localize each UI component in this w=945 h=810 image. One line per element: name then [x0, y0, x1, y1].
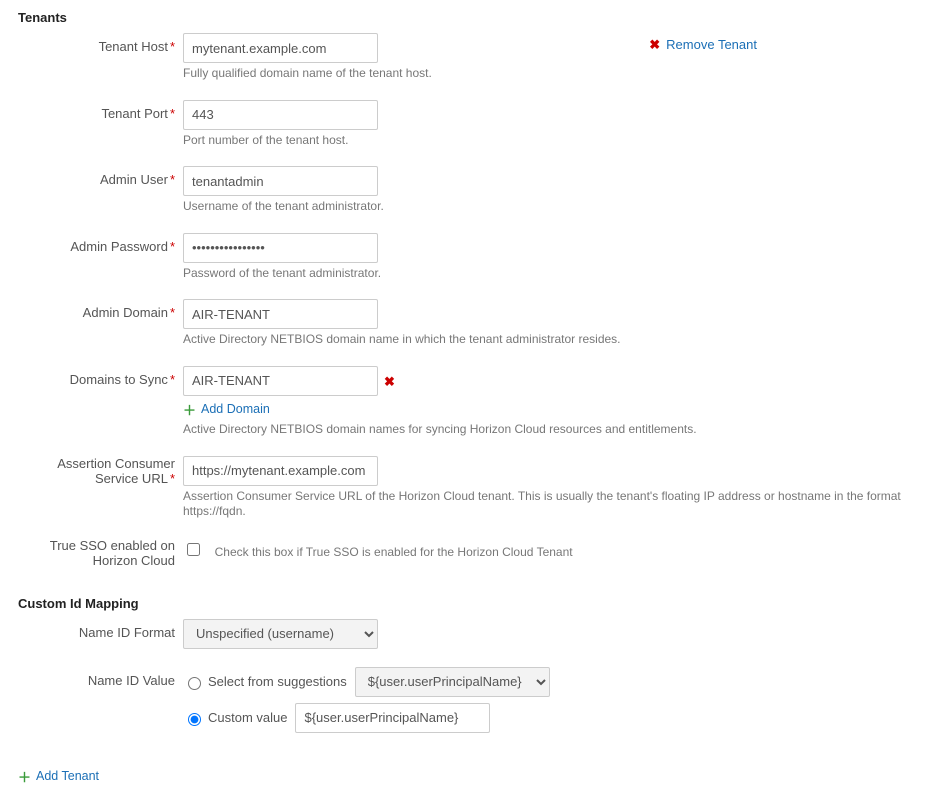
acs-url-label-line1: Assertion Consumer: [57, 456, 175, 471]
plus-icon: ＋: [183, 400, 196, 419]
admin-user-label: Admin User: [100, 172, 168, 187]
add-domain-link[interactable]: ＋Add Domain: [183, 400, 270, 419]
domains-sync-input[interactable]: [183, 366, 378, 396]
required-icon: *: [170, 39, 175, 54]
domains-sync-help: Active Directory NETBIOS domain names fo…: [183, 422, 927, 438]
admin-password-help: Password of the tenant administrator.: [183, 266, 927, 282]
admin-password-input[interactable]: [183, 233, 378, 263]
name-id-value-suggest-label: Select from suggestions: [208, 674, 347, 689]
tenant-host-input[interactable]: [183, 33, 378, 63]
required-icon: *: [170, 239, 175, 254]
close-icon: ✖: [649, 37, 660, 52]
admin-domain-input[interactable]: [183, 299, 378, 329]
add-tenant-link[interactable]: ＋Add Tenant: [18, 767, 99, 786]
name-id-value-suggest-select[interactable]: ${user.userPrincipalName}: [355, 667, 550, 697]
true-sso-label-line2: Horizon Cloud: [93, 553, 175, 568]
true-sso-checkbox[interactable]: [187, 543, 200, 556]
plus-icon: ＋: [18, 767, 31, 786]
admin-password-label: Admin Password: [70, 239, 168, 254]
remove-domain-icon[interactable]: ✖: [384, 374, 395, 390]
acs-url-input[interactable]: [183, 456, 378, 486]
true-sso-label-line1: True SSO enabled on: [50, 538, 175, 553]
admin-domain-help: Active Directory NETBIOS domain name in …: [183, 332, 927, 348]
admin-user-help: Username of the tenant administrator.: [183, 199, 927, 215]
remove-tenant-link[interactable]: ✖Remove Tenant: [649, 37, 757, 53]
acs-url-help: Assertion Consumer Service URL of the Ho…: [183, 489, 927, 520]
required-icon: *: [170, 471, 175, 486]
tenant-host-label: Tenant Host: [99, 39, 168, 54]
required-icon: *: [170, 172, 175, 187]
tenant-port-label: Tenant Port: [101, 106, 168, 121]
name-id-format-select[interactable]: Unspecified (username): [183, 619, 378, 649]
admin-domain-label: Admin Domain: [83, 305, 168, 320]
tenant-port-input[interactable]: [183, 100, 378, 130]
tenants-section-title: Tenants: [18, 10, 927, 25]
tenant-host-help: Fully qualified domain name of the tenan…: [183, 66, 927, 82]
name-id-value-suggest-radio[interactable]: [188, 677, 201, 690]
admin-user-input[interactable]: [183, 166, 378, 196]
required-icon: *: [170, 372, 175, 387]
tenant-port-help: Port number of the tenant host.: [183, 133, 927, 149]
required-icon: *: [170, 305, 175, 320]
domains-sync-label: Domains to Sync: [70, 372, 168, 387]
true-sso-help: Check this box if True SSO is enabled fo…: [215, 545, 573, 559]
name-id-format-label: Name ID Format: [79, 625, 175, 640]
acs-url-label-line2: Service URL: [95, 471, 168, 486]
name-id-value-custom-radio[interactable]: [188, 713, 201, 726]
name-id-value-label: Name ID Value: [88, 673, 175, 688]
required-icon: *: [170, 106, 175, 121]
custom-id-section-title: Custom Id Mapping: [18, 596, 927, 611]
